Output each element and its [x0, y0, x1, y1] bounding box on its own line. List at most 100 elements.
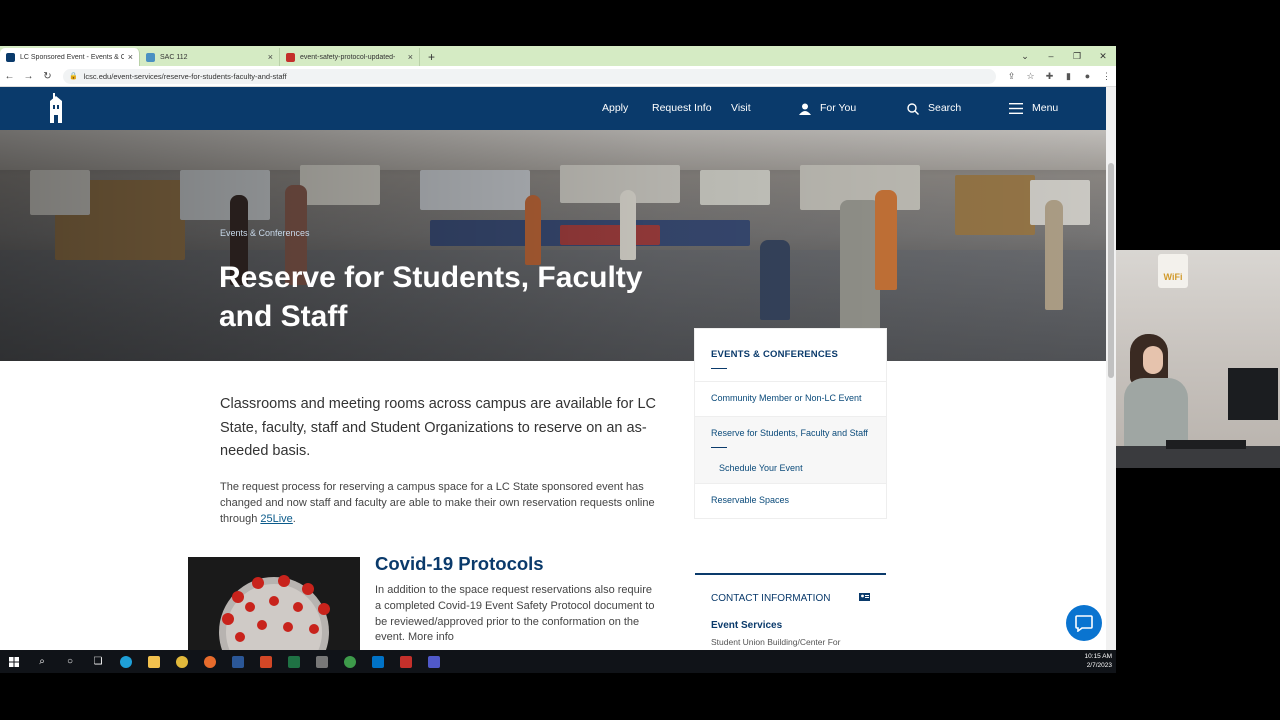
- bookmark-star-icon[interactable]: ☆: [1021, 71, 1040, 82]
- camera-icon[interactable]: [308, 650, 336, 673]
- scrollbar-thumb[interactable]: [1108, 163, 1114, 378]
- share-icon[interactable]: ⇪: [1002, 71, 1021, 82]
- tab-sac-112[interactable]: SAC 112 ×: [140, 48, 280, 66]
- minimize-icon[interactable]: –: [1038, 51, 1064, 61]
- webcam-overlay: WiFi: [1116, 250, 1280, 468]
- nav-apply[interactable]: Apply: [602, 87, 628, 130]
- windows-taskbar: ⌕ ○ ❏ 10:15 AM 2/7/2023: [0, 650, 1116, 673]
- lcsc-favicon-icon: [6, 52, 15, 62]
- hero-banner: Events & Conferences Reserve for Student…: [0, 130, 1106, 361]
- powerpoint-icon[interactable]: [252, 650, 280, 673]
- browser-window: LC Sponsored Event - Events & C × SAC 11…: [0, 46, 1116, 650]
- contact-address: Student Union Building/Center For: [711, 637, 841, 647]
- close-tab-icon[interactable]: ×: [268, 52, 273, 62]
- chrome-active-icon[interactable]: [336, 650, 364, 673]
- edge-icon[interactable]: [112, 650, 140, 673]
- webcam-monitor: [1228, 368, 1278, 420]
- system-clock[interactable]: 10:15 AM 2/7/2023: [1085, 652, 1112, 670]
- hamburger-menu-icon: [1009, 103, 1023, 114]
- pdf-favicon-icon: [286, 52, 295, 62]
- lock-icon[interactable]: 🔒: [69, 72, 78, 80]
- chrome-icon[interactable]: [168, 650, 196, 673]
- nav-menu[interactable]: Menu: [1009, 87, 1058, 130]
- nav-menu-label: Menu: [1032, 102, 1059, 114]
- webcam-wifi-sign: WiFi: [1158, 254, 1188, 288]
- sidenav-item-label: Reserve for Students, Faculty and Staff: [711, 427, 868, 438]
- reservation-paragraph: The request process for reserving a camp…: [220, 479, 660, 527]
- webcam-desk: [1116, 446, 1280, 468]
- nav-search-label: Search: [928, 102, 962, 114]
- contact-heading: CONTACT INFORMATION: [711, 593, 831, 604]
- back-icon[interactable]: ←: [0, 71, 19, 82]
- webcam-keyboard: [1166, 440, 1246, 449]
- tab-bar: LC Sponsored Event - Events & C × SAC 11…: [0, 46, 1116, 66]
- webcam-person-face: [1143, 346, 1163, 374]
- covid-text: In addition to the space request reserva…: [375, 584, 655, 644]
- word-icon[interactable]: [224, 650, 252, 673]
- tab-label: event-safety-protocol-updated-: [300, 53, 396, 61]
- forward-icon[interactable]: →: [19, 71, 38, 82]
- extensions-icon[interactable]: ✚: [1040, 71, 1059, 82]
- taskbar-search-icon[interactable]: ⌕: [28, 650, 56, 673]
- tab-label: LC Sponsored Event - Events & C: [20, 53, 124, 61]
- contact-panel: CONTACT INFORMATION Event Services Stude…: [695, 573, 886, 647]
- page-scrollbar[interactable]: [1106, 87, 1116, 650]
- sidenav-divider: [711, 368, 727, 369]
- nav-visit[interactable]: Visit: [731, 87, 751, 130]
- sidenav-heading[interactable]: EVENTS & CONFERENCES: [695, 329, 886, 368]
- reload-icon[interactable]: ↻: [38, 71, 57, 82]
- firefox-icon[interactable]: [196, 650, 224, 673]
- nav-search[interactable]: Search: [907, 87, 961, 130]
- file-explorer-icon[interactable]: [140, 650, 168, 673]
- chat-button[interactable]: [1066, 605, 1102, 641]
- close-window-icon[interactable]: ✕: [1090, 51, 1116, 62]
- tab-lc-sponsored-event[interactable]: LC Sponsored Event - Events & C ×: [0, 48, 140, 66]
- kebab-menu-icon[interactable]: ⋮: [1097, 71, 1116, 82]
- close-tab-icon[interactable]: ×: [408, 52, 413, 62]
- nav-for-you[interactable]: For You: [799, 87, 856, 130]
- lcsc-logo-icon[interactable]: [46, 93, 66, 125]
- task-view-icon[interactable]: ❏: [84, 650, 112, 673]
- screen: LC Sponsored Event - Events & C × SAC 11…: [0, 0, 1280, 720]
- close-tab-icon[interactable]: ×: [128, 52, 133, 62]
- start-icon[interactable]: [0, 650, 28, 673]
- sidenav-item-reserve-current[interactable]: Reserve for Students, Faculty and Staff: [695, 415, 886, 457]
- user-icon: [799, 103, 811, 115]
- outlook-icon[interactable]: [364, 650, 392, 673]
- excel-icon[interactable]: [280, 650, 308, 673]
- covid-virus-image: [188, 557, 360, 650]
- covid-heading: Covid-19 Protocols: [375, 553, 544, 574]
- tab-event-safety-protocol[interactable]: event-safety-protocol-updated- ×: [280, 48, 420, 66]
- sidenav-subitem-schedule-event[interactable]: Schedule Your Event: [695, 457, 886, 483]
- 25live-link[interactable]: 25Live: [260, 513, 292, 525]
- chat-bubble-icon: [1075, 614, 1093, 632]
- sidenav-item-reservable-spaces[interactable]: Reservable Spaces: [695, 483, 886, 518]
- page-title: Reserve for Students, Faculty and Staff: [219, 261, 643, 333]
- sidenav-item-community-member[interactable]: Community Member or Non-LC Event: [695, 381, 886, 416]
- cortana-icon[interactable]: ○: [56, 650, 84, 673]
- window-controls: ⌄ – ❐ ✕: [1012, 46, 1116, 66]
- contact-heading-row: CONTACT INFORMATION: [695, 575, 886, 604]
- tab-search-icon[interactable]: ⌄: [1012, 51, 1038, 62]
- profile-avatar-icon[interactable]: ●: [1078, 71, 1097, 81]
- virus-illustration-icon: [188, 557, 360, 650]
- side-panel-icon[interactable]: ▮: [1059, 71, 1078, 82]
- nav-request-info[interactable]: Request Info: [652, 87, 712, 130]
- new-tab-button[interactable]: +: [420, 48, 443, 66]
- contact-subheading: Event Services: [711, 620, 783, 631]
- active-indicator: [711, 447, 727, 448]
- clock-date: 2/7/2023: [1086, 662, 1112, 669]
- restore-icon[interactable]: ❐: [1064, 51, 1090, 62]
- breadcrumb[interactable]: Events & Conferences: [220, 228, 310, 238]
- url-field[interactable]: 🔒 lcsc.edu/event-services/reserve-for-st…: [63, 68, 996, 84]
- teams-icon[interactable]: [420, 650, 448, 673]
- acrobat-icon[interactable]: [392, 650, 420, 673]
- search-icon: [907, 102, 919, 115]
- nav-for-you-label: For You: [820, 102, 857, 114]
- web-page: Apply Request Info Visit For You Search …: [0, 87, 1106, 650]
- site-header: Apply Request Info Visit For You Search …: [0, 87, 1106, 130]
- tab-label: SAC 112: [160, 53, 188, 61]
- section-sidenav: EVENTS & CONFERENCES Community Member or…: [695, 329, 886, 518]
- clock-time: 10:15 AM: [1084, 653, 1112, 660]
- reservation-text-end: .: [292, 513, 296, 525]
